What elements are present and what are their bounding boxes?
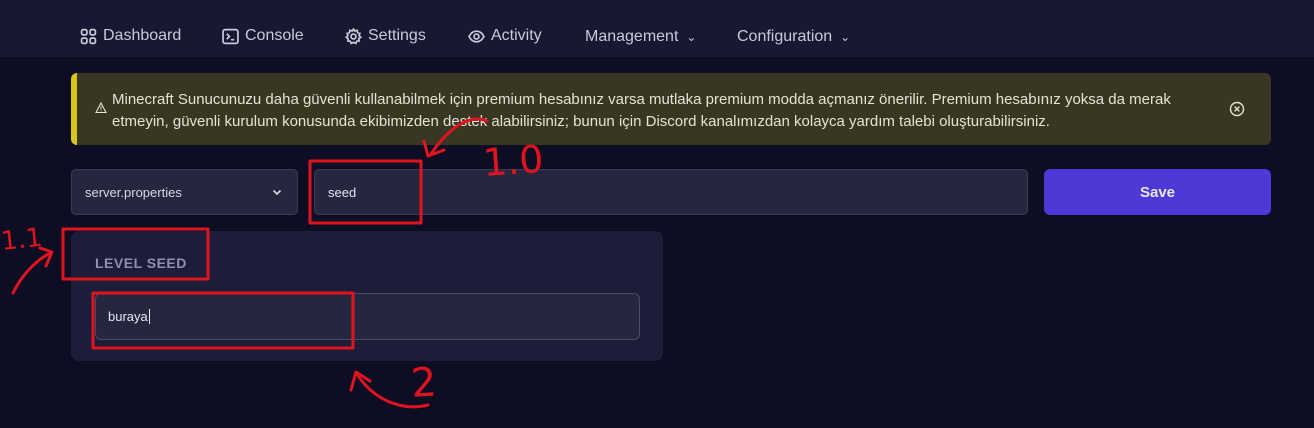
- property-card-level-seed: LEVEL SEED buraya: [71, 231, 663, 361]
- annotation-arrow-1-1: [11, 251, 52, 295]
- gear-icon: [345, 27, 362, 45]
- nav-console-label: Console: [245, 27, 304, 44]
- alert-accent-bar: [71, 73, 77, 145]
- property-search-value: seed: [328, 184, 357, 200]
- chevron-down-icon: [272, 189, 282, 196]
- config-file-select[interactable]: server.properties: [71, 169, 298, 215]
- text-cursor: [148, 309, 150, 324]
- nav-activity-label: Activity: [491, 27, 542, 44]
- level-seed-value: buraya: [108, 309, 148, 324]
- nav-dashboard[interactable]: Dashboard: [80, 24, 181, 48]
- alert-message: Minecraft Sunucunuzu daha güvenli kullan…: [112, 91, 1171, 130]
- grid-icon: [80, 28, 97, 44]
- annotation-label-1-1: 1.1: [0, 223, 44, 257]
- premium-warning-alert: Minecraft Sunucunuzu daha güvenli kullan…: [71, 73, 1271, 145]
- annotation-arrowhead-1-1: [38, 246, 54, 268]
- nav-dashboard-label: Dashboard: [103, 27, 182, 44]
- annotation-arrowhead-2: [349, 370, 372, 392]
- level-seed-input[interactable]: buraya: [95, 293, 640, 340]
- terminal-icon: [222, 28, 239, 44]
- eye-icon: [468, 29, 485, 43]
- annotation-arrow-2: [355, 372, 430, 409]
- nav-management-label: Management: [585, 28, 679, 45]
- nav-console[interactable]: Console: [222, 24, 304, 48]
- property-label: LEVEL SEED: [95, 255, 187, 271]
- warning-icon: [95, 102, 107, 114]
- close-icon[interactable]: [1229, 101, 1245, 117]
- save-button[interactable]: Save: [1044, 169, 1271, 215]
- property-search-input[interactable]: seed: [314, 169, 1028, 215]
- annotation-label-2: 2: [409, 359, 438, 407]
- nav-settings[interactable]: Settings: [345, 24, 426, 48]
- nav-configuration-label: Configuration: [737, 28, 833, 45]
- nav-configuration-dropdown[interactable]: Configuration ⌄: [737, 25, 850, 49]
- chevron-down-icon: ⌄: [686, 30, 697, 44]
- nav-activity[interactable]: Activity: [468, 24, 542, 48]
- top-navigation: Dashboard Console Settings Activity Mana…: [0, 0, 1314, 57]
- config-file-select-value: server.properties: [85, 184, 182, 200]
- chevron-down-icon: ⌄: [840, 30, 851, 44]
- nav-settings-label: Settings: [368, 27, 426, 44]
- nav-management-dropdown[interactable]: Management ⌄: [585, 25, 696, 49]
